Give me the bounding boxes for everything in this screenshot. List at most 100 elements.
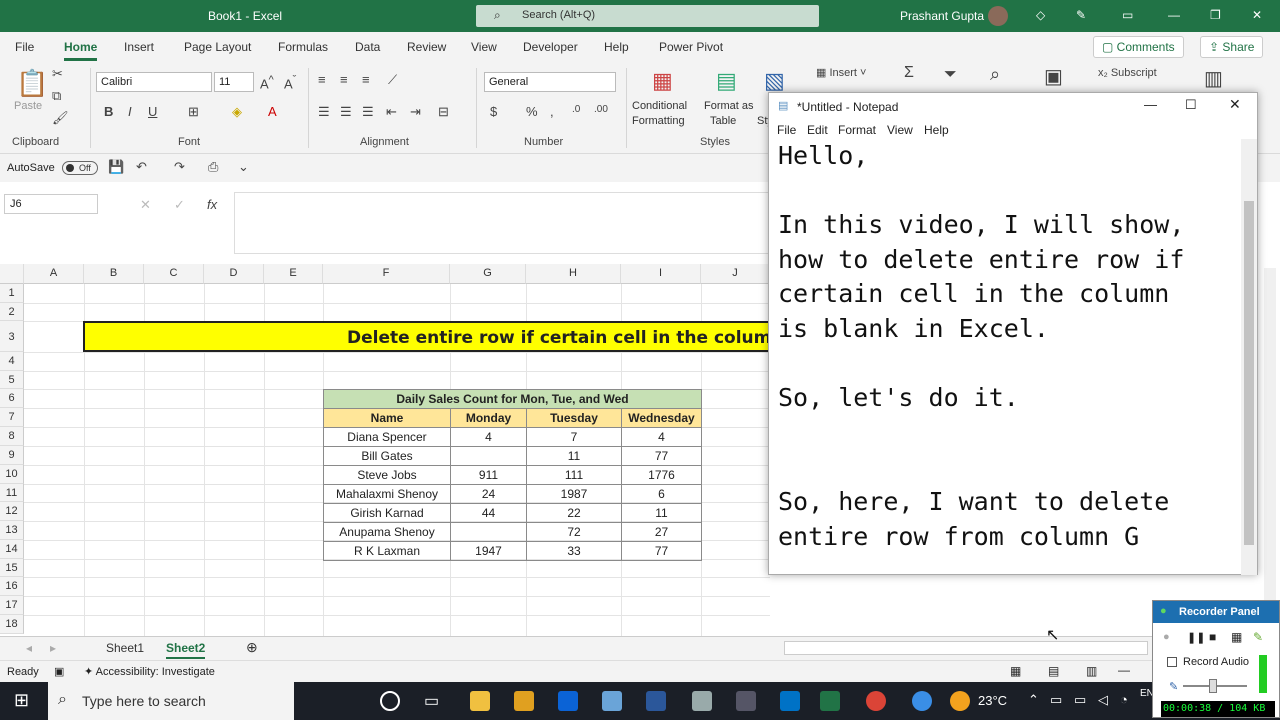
notepad-menu-file[interactable]: File <box>777 123 796 137</box>
analyze-data-icon[interactable]: ▣ <box>1044 64 1063 89</box>
stop-button[interactable]: ■ <box>1209 630 1216 644</box>
conditional-formatting-icon[interactable]: ▦ <box>652 68 673 94</box>
monday-cell[interactable] <box>450 446 527 466</box>
insert-function-icon[interactable]: fx <box>207 197 217 212</box>
macro-record-icon[interactable]: ▣ <box>54 665 64 678</box>
column-header-d[interactable]: D <box>204 264 264 284</box>
wednesday-cell[interactable]: 77 <box>621 541 702 561</box>
tuesday-cell[interactable]: 111 <box>526 465 622 485</box>
menu-developer[interactable]: Developer <box>523 40 578 54</box>
menu-file[interactable]: File <box>15 40 34 54</box>
accessibility-status[interactable]: ✦ Accessibility: Investigate <box>84 665 215 678</box>
indent-decrease-icon[interactable]: ⇤ <box>386 104 397 120</box>
chrome-icon[interactable] <box>866 691 886 711</box>
page-layout-view-icon[interactable]: ▤ <box>1048 664 1059 678</box>
indent-increase-icon[interactable]: ⇥ <box>410 104 421 120</box>
row-header[interactable]: 10 <box>0 465 24 484</box>
align-left-icon[interactable]: ☰ <box>318 104 330 120</box>
column-header-i[interactable]: I <box>621 264 701 284</box>
format-as-table-icon[interactable]: ▤ <box>716 68 737 94</box>
currency-icon[interactable]: $ <box>490 104 497 119</box>
align-top-icon[interactable]: ≡ <box>318 72 326 87</box>
notepad-maximize-button[interactable]: ☐ <box>1185 97 1197 113</box>
temperature[interactable]: 23°C <box>978 693 1007 708</box>
notepad-menu-view[interactable]: View <box>887 123 913 137</box>
notepad-text-area[interactable]: Hello, In this video, I will show, how t… <box>778 139 1238 564</box>
tuesday-cell[interactable]: 11 <box>526 446 622 466</box>
task-view-icon[interactable]: ▭ <box>424 691 444 711</box>
borders-icon[interactable]: ⊞ <box>188 104 199 120</box>
tuesday-cell[interactable]: 33 <box>526 541 622 561</box>
pen-icon[interactable]: ✎ <box>1076 8 1086 22</box>
orientation-icon[interactable]: ⟋ <box>388 72 397 88</box>
copy-icon[interactable]: ⧉ <box>52 88 61 104</box>
notepad-menu-edit[interactable]: Edit <box>807 123 828 137</box>
wednesday-cell[interactable]: 6 <box>621 484 702 504</box>
row-header[interactable]: 7 <box>0 408 24 427</box>
tab-scroll-left-icon[interactable]: ◂ <box>26 641 32 655</box>
align-bottom-icon[interactable]: ≡ <box>362 72 370 87</box>
avatar[interactable] <box>988 6 1008 26</box>
restore-button[interactable]: ❐ <box>1210 8 1221 22</box>
format-painter-icon[interactable]: 🖌 <box>52 110 69 126</box>
align-center-icon[interactable]: ☰ <box>340 104 352 120</box>
tab-scroll-right-icon[interactable]: ▸ <box>50 641 56 655</box>
spreadsheet-grid[interactable]: A B C D E F G H I J 1 2 3 4 5 6 7 8 9 10… <box>0 264 773 636</box>
menu-power-pivot[interactable]: Power Pivot <box>659 40 723 54</box>
monday-cell[interactable]: 44 <box>450 503 527 523</box>
menu-review[interactable]: Review <box>407 40 446 54</box>
diamond-icon[interactable]: ◇ <box>1036 8 1045 22</box>
print-preview-icon[interactable]: ⎙ <box>208 159 218 175</box>
row-header[interactable]: 12 <box>0 502 24 521</box>
record-audio-checkbox[interactable] <box>1167 657 1177 667</box>
cortana-icon[interactable] <box>380 691 400 711</box>
pen-icon[interactable]: ✎ <box>1253 630 1263 644</box>
table-title-cell[interactable]: Daily Sales Count for Mon, Tue, and Wed <box>323 389 702 409</box>
name-cell[interactable]: Mahalaxmi Shenoy <box>323 484 451 504</box>
wifi-icon[interactable]: ◔ <box>1120 692 1128 707</box>
autosum-icon[interactable]: Σ <box>904 64 914 82</box>
header-cell[interactable]: Monday <box>450 408 527 428</box>
row-header[interactable]: 16 <box>0 577 24 596</box>
row-header[interactable]: 11 <box>0 484 24 502</box>
row-header[interactable]: 6 <box>0 389 24 408</box>
column-header-f[interactable]: F <box>323 264 450 284</box>
remote-desktop-icon[interactable] <box>736 691 756 711</box>
search-box[interactable]: ⌕ Search (Alt+Q) <box>476 5 819 27</box>
row-header[interactable]: 5 <box>0 371 24 389</box>
row-header[interactable]: 9 <box>0 446 24 465</box>
column-header-a[interactable]: A <box>24 264 84 284</box>
cut-icon[interactable]: ✂ <box>52 66 63 82</box>
merge-center-icon[interactable]: ⊟ <box>438 104 449 120</box>
excel-icon[interactable] <box>820 691 840 711</box>
name-box[interactable]: J6 <box>4 194 98 214</box>
wednesday-cell[interactable]: 1776 <box>621 465 702 485</box>
ribbon-display-icon[interactable]: ▭ <box>1122 8 1133 22</box>
font-size-select[interactable]: 11 <box>214 72 254 92</box>
notepad-close-button[interactable]: ✕ <box>1229 96 1241 113</box>
tuesday-cell[interactable]: 22 <box>526 503 622 523</box>
row-header[interactable]: 8 <box>0 427 24 446</box>
paint-icon[interactable] <box>692 691 712 711</box>
name-cell[interactable]: Girish Karnad <box>323 503 451 523</box>
row-header[interactable]: 1 <box>0 284 24 303</box>
notepad-vertical-scrollbar[interactable] <box>1241 139 1257 575</box>
horizontal-scrollbar[interactable] <box>784 641 1148 655</box>
column-header-c[interactable]: C <box>144 264 204 284</box>
page-break-view-icon[interactable]: ▥ <box>1086 664 1097 678</box>
help-icon[interactable] <box>912 691 932 711</box>
notepad-menu-help[interactable]: Help <box>924 123 949 137</box>
save-icon[interactable]: 💾 <box>108 159 124 175</box>
folder-icon[interactable] <box>514 691 534 711</box>
menu-insert[interactable]: Insert <box>124 40 154 54</box>
vertical-scrollbar[interactable] <box>1264 268 1276 628</box>
customize-qat-icon[interactable]: ⌄ <box>238 159 249 175</box>
font-color-icon[interactable]: A <box>268 104 277 119</box>
column-header-e[interactable]: E <box>264 264 323 284</box>
add-sheet-icon[interactable]: ⊕ <box>246 639 258 656</box>
row-header[interactable]: 4 <box>0 352 24 371</box>
tuesday-cell[interactable]: 72 <box>526 522 622 542</box>
tray-chevron-icon[interactable]: ⌃ <box>1028 692 1039 708</box>
calculator-icon[interactable]: ▥ <box>1204 66 1223 91</box>
row-header[interactable]: 15 <box>0 559 24 577</box>
